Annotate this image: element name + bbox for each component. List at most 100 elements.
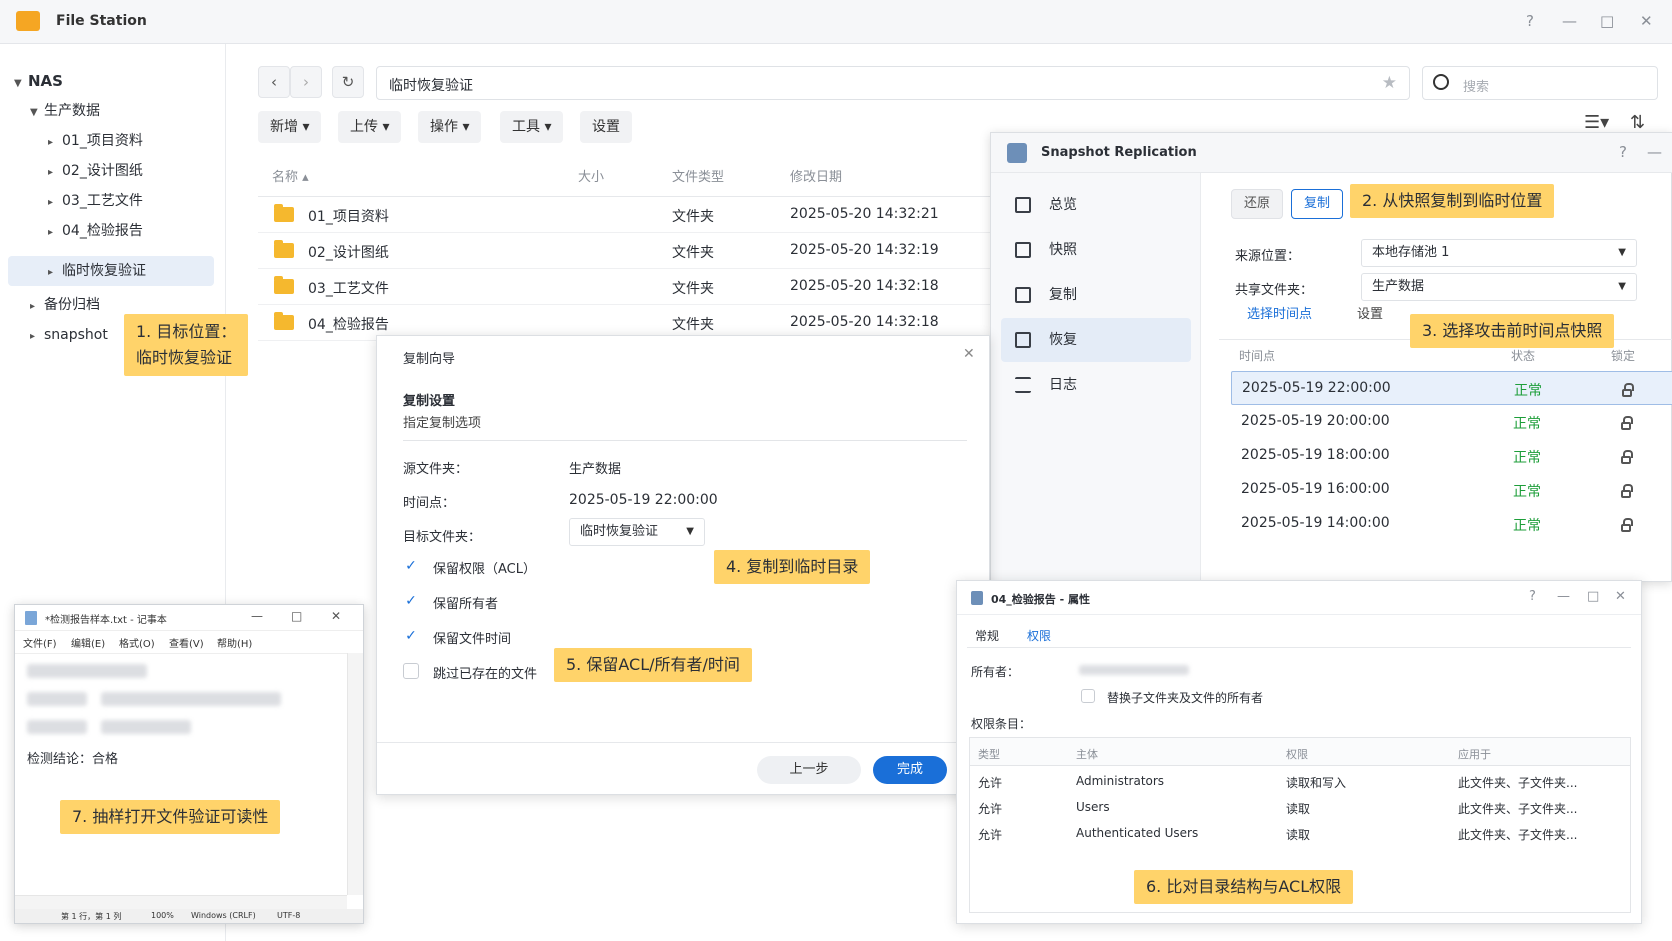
- tree-item-production[interactable]: ▼ 生产数据: [30, 96, 100, 126]
- sr-nav-snapshot[interactable]: 快照: [1001, 228, 1191, 272]
- lock-icon: [1622, 383, 1634, 397]
- new-button[interactable]: 新增 ▾: [258, 111, 322, 143]
- sr-nav-replication[interactable]: 复制: [1001, 273, 1191, 317]
- wizard-back-button[interactable]: 上一步: [757, 756, 861, 784]
- sr-nav-log[interactable]: 日志: [1001, 363, 1191, 407]
- checkbox-keep-acl[interactable]: ✓: [403, 558, 419, 574]
- menu-view[interactable]: 查看(V): [169, 635, 204, 650]
- notepad-text-area[interactable]: 检测结论：合格: [15, 653, 347, 893]
- maximize-icon[interactable]: □: [1600, 12, 1614, 30]
- action-button[interactable]: 操作 ▾: [418, 111, 482, 143]
- list-view-icon[interactable]: ☰▾: [1584, 112, 1609, 133]
- props-close-icon[interactable]: ✕: [1615, 589, 1626, 604]
- table-row[interactable]: 允许 Administrators 读取和写入 此文件夹、子文件夹...: [970, 768, 1630, 794]
- props-tab-permissions[interactable]: 权限: [1027, 627, 1051, 644]
- wizard-time-value: 2025-05-19 22:00:00: [569, 492, 718, 508]
- sr-subtab-settings[interactable]: 设置: [1357, 303, 1383, 322]
- menu-format[interactable]: 格式(O): [119, 635, 155, 650]
- path-text: 临时恢复验证: [389, 78, 473, 94]
- sr-nav-overview[interactable]: 总览: [1001, 183, 1191, 227]
- table-row[interactable]: 01_项目资料 文件夹 2025-05-20 14:32:21: [258, 197, 998, 233]
- menu-file[interactable]: 文件(F): [23, 635, 57, 650]
- snapshot-row[interactable]: 2025-05-19 20:00:00 正常: [1231, 405, 1672, 439]
- wizard-close-icon[interactable]: ✕: [963, 346, 975, 362]
- snapshot-row[interactable]: 2025-05-19 18:00:00 正常: [1231, 439, 1672, 473]
- props-title: 04_检验报告 - 属性: [991, 593, 1091, 606]
- wizard-subtitle: 指定复制选项: [403, 416, 482, 431]
- vertical-scrollbar[interactable]: [347, 653, 363, 895]
- menu-edit[interactable]: 编辑(E): [71, 635, 105, 650]
- table-row[interactable]: 02_设计图纸 文件夹 2025-05-20 14:32:19: [258, 233, 998, 269]
- sr-minimize-icon[interactable]: —: [1647, 143, 1662, 161]
- search-input[interactable]: 搜索: [1422, 66, 1658, 100]
- camera-icon: [1015, 242, 1031, 258]
- notepad-maximize-icon[interactable]: □: [291, 609, 302, 623]
- settings-button[interactable]: 设置: [580, 111, 632, 143]
- upload-button[interactable]: 上传 ▾: [338, 111, 402, 143]
- notepad-close-icon[interactable]: ✕: [331, 609, 341, 623]
- snapshot-row[interactable]: 2025-05-19 16:00:00 正常: [1231, 473, 1672, 507]
- back-button[interactable]: ‹: [258, 66, 290, 98]
- col-size[interactable]: 大小: [578, 160, 604, 196]
- sort-icon[interactable]: ⇅: [1630, 112, 1645, 133]
- refresh-button[interactable]: ↻: [332, 66, 364, 98]
- path-bar[interactable]: 临时恢复验证 ★: [376, 66, 1410, 100]
- table-row[interactable]: 03_工艺文件 文件夹 2025-05-20 14:32:18: [258, 269, 998, 305]
- file-list: 名称 ▴ 大小 文件类型 修改日期 01_项目资料 文件夹 2025-05-20…: [258, 160, 998, 350]
- tree-item-02[interactable]: ▸ 02_设计图纸: [48, 156, 143, 186]
- sr-help-icon[interactable]: ?: [1619, 143, 1627, 161]
- tree-item-01[interactable]: ▸ 01_项目资料: [48, 126, 143, 156]
- blurred-text: [27, 664, 147, 678]
- sr-share-select[interactable]: 生产数据 ▼: [1361, 273, 1637, 301]
- horizontal-scrollbar[interactable]: [15, 895, 347, 909]
- minimize-icon[interactable]: —: [1562, 12, 1577, 30]
- props-help-icon[interactable]: ?: [1529, 589, 1536, 604]
- tree-root-nas[interactable]: ▼ NAS: [14, 66, 63, 96]
- sr-subtab-timepoint[interactable]: 选择时间点: [1247, 303, 1312, 322]
- perm-col-type: 类型: [978, 748, 1000, 761]
- snapshot-row-selected[interactable]: 2025-05-19 22:00:00 正常: [1231, 371, 1672, 405]
- checkbox-skip-existing[interactable]: [403, 663, 419, 679]
- sr-source-select[interactable]: 本地存储池 1 ▼: [1361, 239, 1637, 267]
- tree-item-04[interactable]: ▸ 04_检验报告: [48, 216, 143, 246]
- lock-icon: [1621, 450, 1633, 464]
- snapshot-row[interactable]: 2025-05-19 14:00:00 正常: [1231, 507, 1672, 541]
- close-icon[interactable]: ✕: [1640, 12, 1653, 30]
- col-type[interactable]: 文件类型: [672, 160, 724, 196]
- checkbox-keep-owner[interactable]: ✓: [403, 593, 419, 609]
- sr-nav-restore[interactable]: 恢复: [1001, 318, 1191, 362]
- tree-item-03[interactable]: ▸ 03_工艺文件: [48, 186, 143, 216]
- sr-tab-copy[interactable]: 复制: [1291, 189, 1344, 219]
- status-position: 第 1 行，第 1 列: [61, 912, 122, 921]
- blurred-text: [101, 720, 191, 734]
- wizard-finish-button[interactable]: 完成: [873, 756, 947, 784]
- sr-tab-restore[interactable]: 还原: [1231, 189, 1284, 219]
- forward-button[interactable]: ›: [290, 66, 322, 98]
- col-modified[interactable]: 修改日期: [790, 160, 842, 196]
- wizard-target-select[interactable]: 临时恢复验证 ▼: [569, 518, 705, 546]
- props-maximize-icon[interactable]: □: [1587, 589, 1599, 604]
- checkbox-replace-owner[interactable]: [1081, 689, 1095, 703]
- tools-button[interactable]: 工具 ▾: [500, 111, 564, 143]
- table-row[interactable]: 允许 Users 读取 此文件夹、子文件夹...: [970, 794, 1630, 820]
- callout-4: 4. 复制到临时目录: [714, 550, 871, 584]
- lock-icon: [1621, 484, 1633, 498]
- props-tab-general[interactable]: 常规: [975, 627, 999, 644]
- notepad-minimize-icon[interactable]: —: [251, 609, 263, 623]
- tree-item-snapshot[interactable]: ▸ snapshot: [30, 320, 108, 350]
- col-name[interactable]: 名称 ▴: [272, 160, 309, 196]
- props-minimize-icon[interactable]: —: [1557, 589, 1570, 604]
- checkbox-keep-time[interactable]: ✓: [403, 628, 419, 644]
- perm-col-perm: 权限: [1286, 748, 1308, 761]
- star-icon[interactable]: ★: [1382, 73, 1397, 93]
- blurred-text: [27, 720, 87, 734]
- sr-source-label: 来源位置：: [1235, 249, 1301, 264]
- notepad-menubar: 文件(F) 编辑(E) 格式(O) 查看(V) 帮助(H): [23, 635, 363, 651]
- menu-help[interactable]: 帮助(H): [217, 635, 252, 650]
- tree-item-temp-restore[interactable]: ▸ 临时恢复验证: [8, 256, 214, 286]
- option-skip-existing: 跳过已存在的文件: [433, 667, 538, 682]
- sr-share-label: 共享文件夹：: [1235, 283, 1314, 298]
- help-icon[interactable]: ?: [1526, 12, 1534, 30]
- table-row[interactable]: 允许 Authenticated Users 读取 此文件夹、子文件夹...: [970, 820, 1630, 846]
- tree-item-backup-archive[interactable]: ▸ 备份归档: [30, 290, 100, 320]
